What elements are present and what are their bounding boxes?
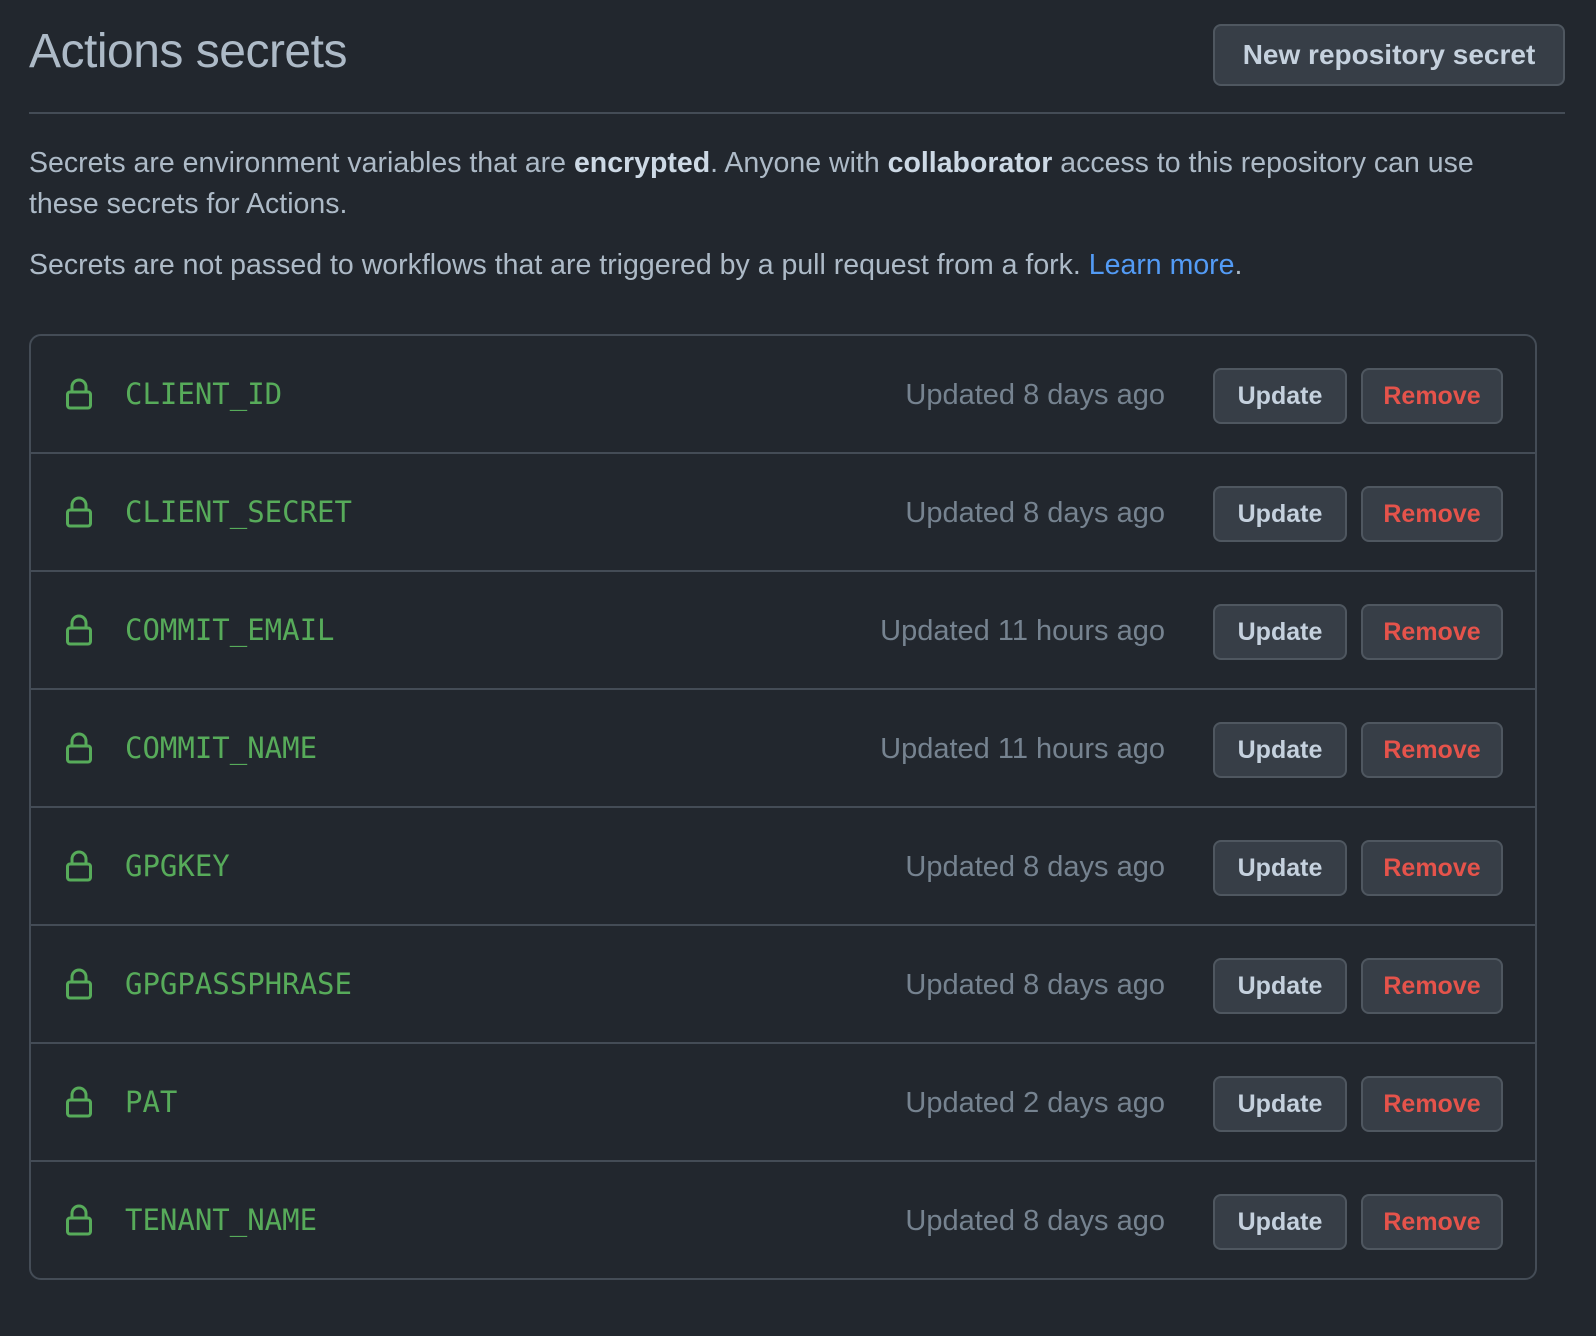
remove-secret-button[interactable]: Remove bbox=[1361, 368, 1503, 424]
update-secret-button[interactable]: Update bbox=[1213, 604, 1347, 660]
update-secret-button[interactable]: Update bbox=[1213, 486, 1347, 542]
fork-notice-text: Secrets are not passed to workflows that… bbox=[29, 249, 1089, 281]
lock-icon bbox=[66, 378, 92, 410]
secret-name: GPGKEY bbox=[125, 849, 230, 883]
secrets-list: CLIENT_ID Updated 8 days ago Update Remo… bbox=[29, 334, 1537, 1280]
secret-updated-time: Updated 8 days ago bbox=[905, 497, 1165, 529]
secret-updated-time: Updated 8 days ago bbox=[905, 379, 1165, 411]
lock-icon bbox=[66, 1204, 92, 1236]
remove-secret-button[interactable]: Remove bbox=[1361, 722, 1503, 778]
secrets-page: Actions secrets New repository secret Se… bbox=[29, 0, 1565, 1280]
update-secret-button[interactable]: Update bbox=[1213, 368, 1347, 424]
lock-icon bbox=[66, 968, 92, 1000]
secret-row: GPGKEY Updated 8 days ago Update Remove bbox=[31, 806, 1535, 924]
description-text: Secrets are environment variables that a… bbox=[29, 147, 574, 179]
secret-row: CLIENT_SECRET Updated 8 days ago Update … bbox=[31, 452, 1535, 570]
secret-row: COMMIT_EMAIL Updated 11 hours ago Update… bbox=[31, 570, 1535, 688]
secret-updated-time: Updated 8 days ago bbox=[905, 851, 1165, 883]
secret-updated-time: Updated 8 days ago bbox=[905, 969, 1165, 1001]
secret-name: CLIENT_ID bbox=[125, 377, 283, 411]
remove-secret-button[interactable]: Remove bbox=[1361, 1194, 1503, 1250]
remove-secret-button[interactable]: Remove bbox=[1361, 1076, 1503, 1132]
fork-notice: Secrets are not passed to workflows that… bbox=[29, 245, 1549, 286]
update-secret-button[interactable]: Update bbox=[1213, 840, 1347, 896]
page-title: Actions secrets bbox=[29, 25, 347, 78]
remove-secret-button[interactable]: Remove bbox=[1361, 486, 1503, 542]
remove-secret-button[interactable]: Remove bbox=[1361, 604, 1503, 660]
lock-icon bbox=[66, 614, 92, 646]
lock-icon bbox=[66, 1086, 92, 1118]
new-repository-secret-button[interactable]: New repository secret bbox=[1213, 24, 1565, 86]
description-collaborator: collaborator bbox=[887, 147, 1053, 179]
secret-updated-time: Updated 2 days ago bbox=[905, 1087, 1165, 1119]
remove-secret-button[interactable]: Remove bbox=[1361, 958, 1503, 1014]
lock-icon bbox=[66, 850, 92, 882]
secret-updated-time: Updated 11 hours ago bbox=[880, 733, 1165, 765]
secret-row: PAT Updated 2 days ago Update Remove bbox=[31, 1042, 1535, 1160]
description-text: . Anyone with bbox=[710, 147, 888, 179]
page-header: Actions secrets New repository secret bbox=[29, 0, 1565, 114]
secret-row: CLIENT_ID Updated 8 days ago Update Remo… bbox=[31, 336, 1535, 452]
description-encrypted: encrypted bbox=[573, 147, 711, 179]
secret-updated-time: Updated 11 hours ago bbox=[880, 615, 1165, 647]
secret-name: TENANT_NAME bbox=[125, 1203, 318, 1237]
secret-row: COMMIT_NAME Updated 11 hours ago Update … bbox=[31, 688, 1535, 806]
fork-notice-period: . bbox=[1234, 249, 1243, 281]
remove-secret-button[interactable]: Remove bbox=[1361, 840, 1503, 896]
secret-name: COMMIT_EMAIL bbox=[125, 613, 335, 647]
update-secret-button[interactable]: Update bbox=[1213, 958, 1347, 1014]
secret-updated-time: Updated 8 days ago bbox=[905, 1205, 1165, 1237]
secret-name: GPGPASSPHRASE bbox=[125, 967, 352, 1001]
secrets-description: Secrets are environment variables that a… bbox=[29, 143, 1549, 225]
learn-more-link[interactable]: Learn more bbox=[1089, 249, 1235, 281]
secret-name: PAT bbox=[125, 1085, 178, 1119]
update-secret-button[interactable]: Update bbox=[1213, 1194, 1347, 1250]
update-secret-button[interactable]: Update bbox=[1213, 722, 1347, 778]
update-secret-button[interactable]: Update bbox=[1213, 1076, 1347, 1132]
secret-row: GPGPASSPHRASE Updated 8 days ago Update … bbox=[31, 924, 1535, 1042]
secret-row: TENANT_NAME Updated 8 days ago Update Re… bbox=[31, 1160, 1535, 1278]
lock-icon bbox=[66, 496, 92, 528]
secret-name: CLIENT_SECRET bbox=[125, 495, 352, 529]
secret-name: COMMIT_NAME bbox=[125, 731, 318, 765]
lock-icon bbox=[66, 732, 92, 764]
